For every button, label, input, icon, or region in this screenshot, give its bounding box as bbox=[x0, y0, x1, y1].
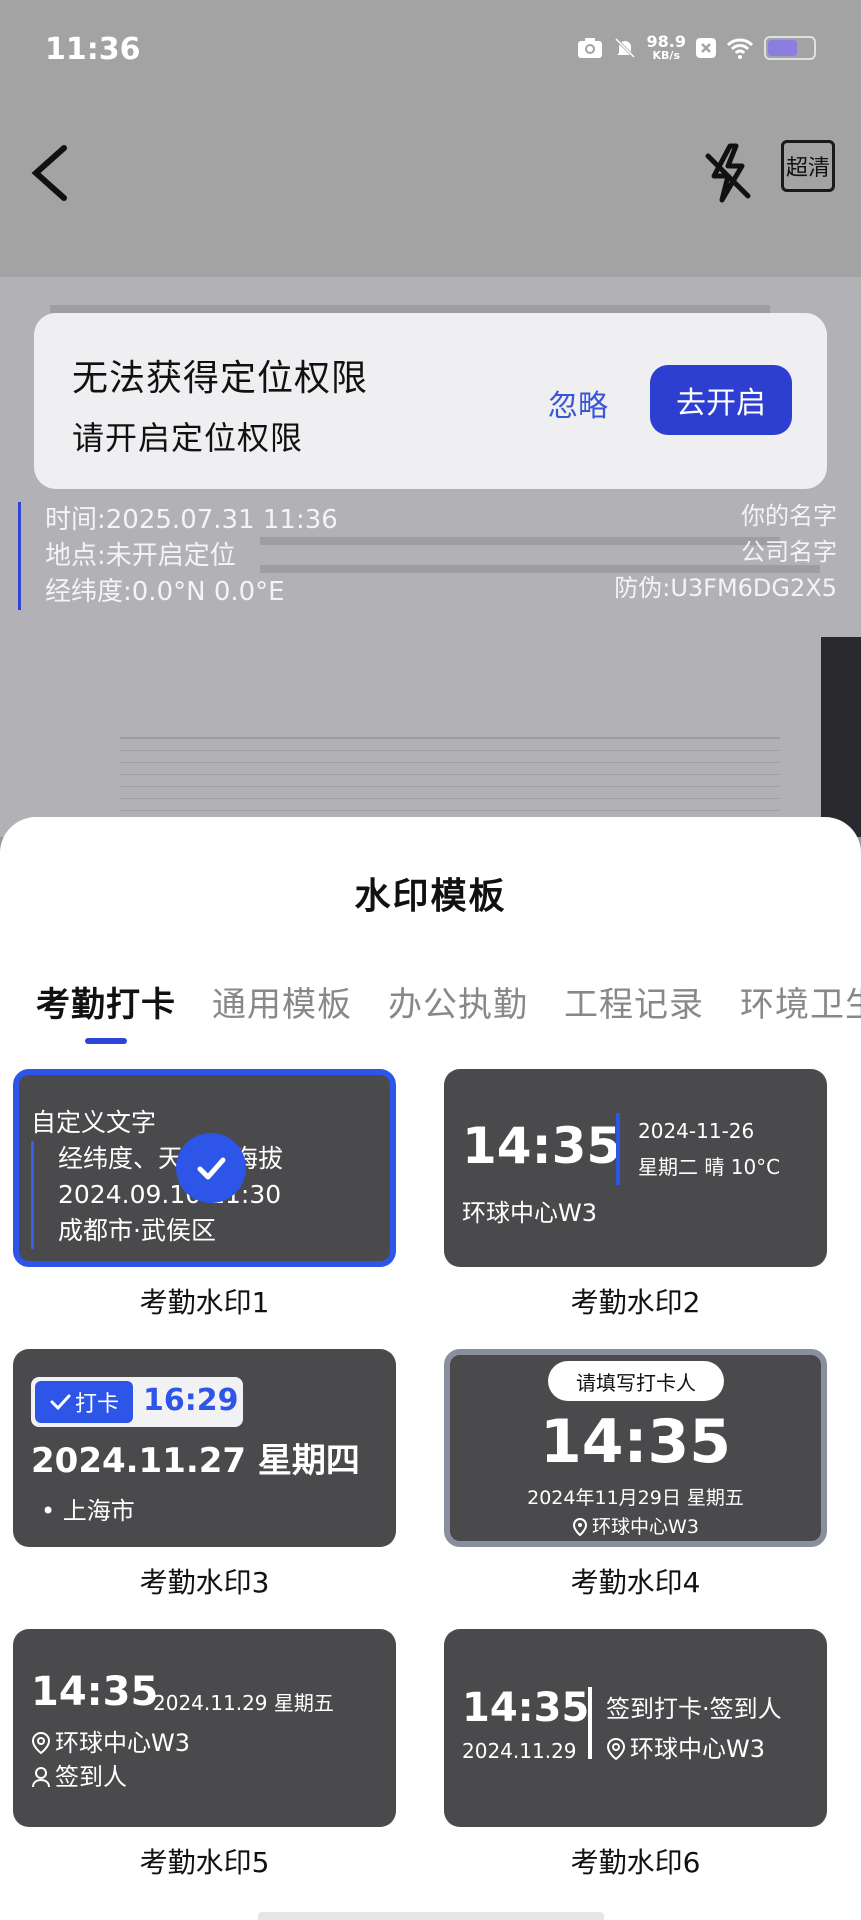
template-caption: 考勤水印5 bbox=[139, 1846, 270, 1879]
mute-bell-icon bbox=[614, 37, 635, 58]
camera-status-icon bbox=[577, 37, 602, 58]
card-sign: 签到打卡·签到人 bbox=[606, 1695, 782, 1723]
card-date: 2024年11月29日 星期五 bbox=[527, 1487, 744, 1509]
card-lines: 经纬度、天气、海拔 2024.09.10 11:30 成都市·武侯区 bbox=[31, 1141, 283, 1249]
home-indicator[interactable] bbox=[258, 1912, 604, 1920]
template-caption: 考勤水印1 bbox=[139, 1286, 270, 1319]
sheet-title: 水印模板 bbox=[354, 876, 507, 917]
banner-title: 无法获得定位权限 bbox=[72, 358, 369, 399]
status-icons: 98.9 KB/s bbox=[577, 34, 816, 61]
card-divider bbox=[616, 1113, 620, 1185]
card-date: 2024.11.27 星期四 bbox=[31, 1441, 360, 1481]
watermark-location: 地点:未开启定位 bbox=[45, 541, 236, 571]
banner-subtitle: 请开启定位权限 bbox=[72, 419, 304, 457]
location-pin-icon bbox=[573, 1518, 588, 1536]
person-icon bbox=[32, 1767, 50, 1788]
ignore-button[interactable]: 忽略 bbox=[548, 381, 608, 425]
card-location: • 上海市 bbox=[41, 1497, 135, 1525]
battery-icon bbox=[764, 35, 816, 60]
card-date: 2024-11-26 bbox=[638, 1119, 755, 1143]
watermark-antifake: 防伪:U3FM6DG2X5 bbox=[614, 574, 837, 602]
watermark-company: 公司名字 bbox=[741, 538, 837, 566]
card-date: 2024.11.29 星期五 bbox=[153, 1691, 334, 1715]
template-item[interactable]: 自定义文字 经纬度、天气、海拔 2024.09.10 11:30 成都市·武侯区… bbox=[13, 1069, 396, 1321]
card-weekday-weather: 星期二 晴 10°C bbox=[638, 1155, 781, 1179]
card-location: 环球中心W3 bbox=[606, 1729, 765, 1764]
template-item[interactable]: 打卡 16:29 2024.11.27 星期四 • 上海市 考勤水印3 bbox=[13, 1349, 396, 1601]
bullet-icon: • bbox=[41, 1497, 63, 1525]
selected-check-icon bbox=[176, 1133, 246, 1203]
card-time: 14:35 bbox=[462, 1685, 590, 1731]
location-pin-icon bbox=[31, 1732, 51, 1754]
status-bar: 11:36 98.9 KB/s bbox=[0, 0, 861, 100]
hd-quality-button[interactable]: 超清 bbox=[781, 140, 835, 192]
close-box-icon bbox=[696, 37, 716, 58]
card-location: 环球中心W3 bbox=[462, 1199, 597, 1227]
card-divider bbox=[588, 1687, 592, 1759]
template-item[interactable]: 14:35 2024.11.29 签到打卡·签到人 环球中心W3 考勤水印6 bbox=[444, 1629, 827, 1881]
tab-office[interactable]: 办公执勤 bbox=[388, 977, 528, 1026]
tab-sanitation[interactable]: 环境卫生 bbox=[740, 977, 861, 1026]
template-card-6[interactable]: 14:35 2024.11.29 签到打卡·签到人 环球中心W3 bbox=[444, 1629, 827, 1827]
watermark-signature: 你的名字 公司名字 防伪:U3FM6DG2X5 bbox=[614, 498, 837, 606]
card-custom-text: 自定义文字 bbox=[31, 1108, 157, 1137]
watermark-coords: 经纬度:0.0°N 0.0°E bbox=[45, 577, 285, 607]
net-speed: 98.9 KB/s bbox=[646, 32, 686, 62]
wifi-icon bbox=[726, 38, 754, 59]
tab-engineering[interactable]: 工程记录 bbox=[564, 977, 704, 1026]
camera-header: 超清 bbox=[0, 100, 861, 277]
card-location: 环球中心W3 bbox=[31, 1723, 190, 1758]
card-date: 2024.11.29 bbox=[462, 1739, 577, 1763]
card-location: 环球中心W3 bbox=[450, 1512, 821, 1539]
card-time: 14:35 bbox=[462, 1117, 622, 1175]
watermark-template-sheet: 水印模板 考勤打卡 通用模板 办公执勤 工程记录 环境卫生 自定义文字 经纬度、… bbox=[0, 817, 861, 1920]
template-item[interactable]: 14:35 2024.11.29 星期五 环球中心W3 签到人 考勤水印5 bbox=[13, 1629, 396, 1881]
flash-off-icon[interactable] bbox=[700, 138, 756, 208]
template-caption: 考勤水印2 bbox=[570, 1286, 701, 1319]
card-time: 16:29 bbox=[143, 1383, 239, 1418]
template-card-2[interactable]: 14:35 2024-11-26 星期二 晴 10°C 环球中心W3 bbox=[444, 1069, 827, 1267]
checkin-tag: 打卡 bbox=[35, 1381, 133, 1423]
status-time: 11:36 bbox=[45, 32, 141, 67]
template-card-3[interactable]: 打卡 16:29 2024.11.27 星期四 • 上海市 bbox=[13, 1349, 396, 1547]
template-tabs: 考勤打卡 通用模板 办公执勤 工程记录 环境卫生 bbox=[36, 977, 861, 1026]
watermark-name: 你的名字 bbox=[741, 502, 837, 530]
watermark-time: 时间:2025.07.31 11:36 bbox=[45, 505, 338, 535]
template-item[interactable]: 14:35 2024-11-26 星期二 晴 10°C 环球中心W3 考勤水印2 bbox=[444, 1069, 827, 1321]
watermark-info: 时间:2025.07.31 11:36 地点:未开启定位 经纬度:0.0°N 0… bbox=[18, 502, 338, 610]
fill-name-pill: 请填写打卡人 bbox=[548, 1361, 724, 1401]
location-permission-banner: 无法获得定位权限 请开启定位权限 忽略 去开启 bbox=[34, 313, 827, 489]
card-time: 14:35 bbox=[31, 1669, 159, 1715]
preview-sidebar bbox=[821, 637, 861, 837]
tab-general[interactable]: 通用模板 bbox=[212, 977, 352, 1026]
template-caption: 考勤水印3 bbox=[139, 1566, 270, 1599]
template-card-4[interactable]: 请填写打卡人 14:35 2024年11月29日 星期五 环球中心W3 bbox=[444, 1349, 827, 1547]
location-pin-icon bbox=[606, 1738, 626, 1760]
check-icon bbox=[50, 1394, 71, 1411]
template-caption: 考勤水印6 bbox=[570, 1846, 701, 1879]
card-time: 14:35 bbox=[540, 1407, 731, 1477]
enable-location-button[interactable]: 去开启 bbox=[650, 365, 792, 435]
tab-attendance[interactable]: 考勤打卡 bbox=[36, 977, 176, 1026]
back-arrow-icon[interactable] bbox=[28, 138, 78, 208]
template-card-1[interactable]: 自定义文字 经纬度、天气、海拔 2024.09.10 11:30 成都市·武侯区 bbox=[13, 1069, 396, 1267]
card-user: 签到人 bbox=[31, 1757, 127, 1792]
template-caption: 考勤水印4 bbox=[570, 1566, 701, 1599]
checkin-pill: 打卡 16:29 bbox=[31, 1377, 243, 1427]
template-card-5[interactable]: 14:35 2024.11.29 星期五 环球中心W3 签到人 bbox=[13, 1629, 396, 1827]
template-item[interactable]: 请填写打卡人 14:35 2024年11月29日 星期五 环球中心W3 考勤水印… bbox=[444, 1349, 827, 1601]
